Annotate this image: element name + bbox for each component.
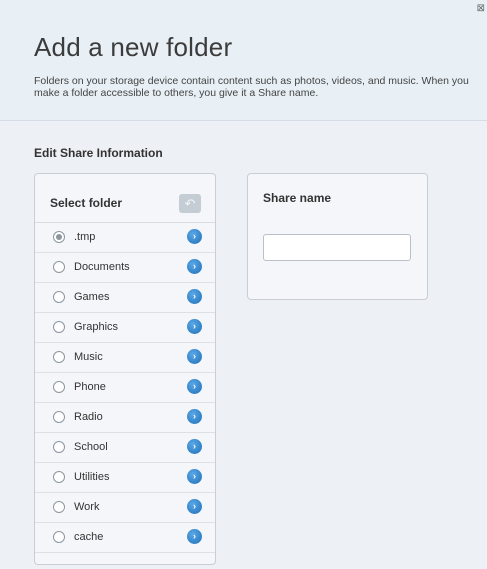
- share-name-label: Share name: [263, 191, 332, 205]
- dialog-title: Add a new folder: [34, 32, 233, 62]
- folder-label: Graphics: [74, 321, 119, 333]
- folder-radio[interactable]: [53, 531, 65, 543]
- folder-radio[interactable]: [53, 291, 65, 303]
- chevron-right-icon: ›: [193, 411, 196, 421]
- folder-row[interactable]: Utilities ›: [35, 463, 215, 493]
- folder-label: Phone: [74, 381, 106, 393]
- chevron-right-icon: ›: [193, 261, 196, 271]
- folder-panel-header: Select folder ↶: [35, 174, 215, 223]
- dialog-description: Folders on your storage device contain c…: [34, 75, 469, 99]
- open-folder-arrow-icon[interactable]: ›: [187, 379, 202, 394]
- open-folder-arrow-icon[interactable]: ›: [187, 259, 202, 274]
- open-folder-arrow-icon[interactable]: ›: [187, 469, 202, 484]
- close-icon[interactable]: ⊠: [477, 4, 485, 14]
- folder-radio[interactable]: [53, 471, 65, 483]
- open-folder-arrow-icon[interactable]: ›: [187, 349, 202, 364]
- open-folder-arrow-icon[interactable]: ›: [187, 289, 202, 304]
- folder-list: .tmp › Documents › Games › Graphics › Music › Phon…: [35, 223, 215, 553]
- folder-row[interactable]: Graphics ›: [35, 313, 215, 343]
- folder-label: Radio: [74, 411, 103, 423]
- folder-panel: Select folder ↶ .tmp › Documents › Games › Gra…: [34, 173, 216, 565]
- chevron-right-icon: ›: [193, 531, 196, 541]
- section-title: Edit Share Information: [34, 146, 163, 160]
- folder-radio[interactable]: [53, 231, 65, 243]
- folder-row[interactable]: .tmp ›: [35, 223, 215, 253]
- folder-label: School: [74, 441, 108, 453]
- folder-label: .tmp: [74, 231, 96, 243]
- folder-radio[interactable]: [53, 321, 65, 333]
- chevron-right-icon: ›: [193, 501, 196, 511]
- folder-radio[interactable]: [53, 441, 65, 453]
- chevron-right-icon: ›: [193, 231, 196, 241]
- open-folder-arrow-icon[interactable]: ›: [187, 529, 202, 544]
- folder-row[interactable]: Radio ›: [35, 403, 215, 433]
- chevron-right-icon: ›: [193, 321, 196, 331]
- open-folder-arrow-icon[interactable]: ›: [187, 409, 202, 424]
- dialog-header: ⊠ Add a new folder Folders on your stora…: [0, 0, 487, 121]
- folder-label: Games: [74, 291, 110, 303]
- folder-row[interactable]: Games ›: [35, 283, 215, 313]
- open-folder-arrow-icon[interactable]: ›: [187, 499, 202, 514]
- open-folder-arrow-icon[interactable]: ›: [187, 439, 202, 454]
- folder-radio[interactable]: [53, 261, 65, 273]
- folder-radio[interactable]: [53, 501, 65, 513]
- folder-row[interactable]: cache ›: [35, 523, 215, 553]
- share-name-input[interactable]: [263, 234, 411, 261]
- chevron-right-icon: ›: [193, 441, 196, 451]
- folder-row[interactable]: Music ›: [35, 343, 215, 373]
- folder-panel-title: Select folder: [50, 196, 123, 210]
- share-panel: Share name: [247, 173, 428, 300]
- chevron-right-icon: ›: [193, 291, 196, 301]
- folder-label: cache: [74, 531, 104, 543]
- back-button[interactable]: ↶: [179, 194, 201, 213]
- folder-row[interactable]: School ›: [35, 433, 215, 463]
- folder-label: Music: [74, 351, 103, 363]
- open-folder-arrow-icon[interactable]: ›: [187, 319, 202, 334]
- chevron-right-icon: ›: [193, 471, 196, 481]
- folder-radio[interactable]: [53, 411, 65, 423]
- back-arrow-icon: ↶: [184, 195, 196, 211]
- folder-label: Work: [74, 501, 100, 513]
- folder-row[interactable]: Documents ›: [35, 253, 215, 283]
- folder-label: Documents: [74, 261, 130, 273]
- open-folder-arrow-icon[interactable]: ›: [187, 229, 202, 244]
- folder-row[interactable]: Work ›: [35, 493, 215, 523]
- chevron-right-icon: ›: [193, 351, 196, 361]
- folder-row[interactable]: Phone ›: [35, 373, 215, 403]
- folder-radio[interactable]: [53, 381, 65, 393]
- folder-label: Utilities: [74, 471, 110, 483]
- folder-radio[interactable]: [53, 351, 65, 363]
- chevron-right-icon: ›: [193, 381, 196, 391]
